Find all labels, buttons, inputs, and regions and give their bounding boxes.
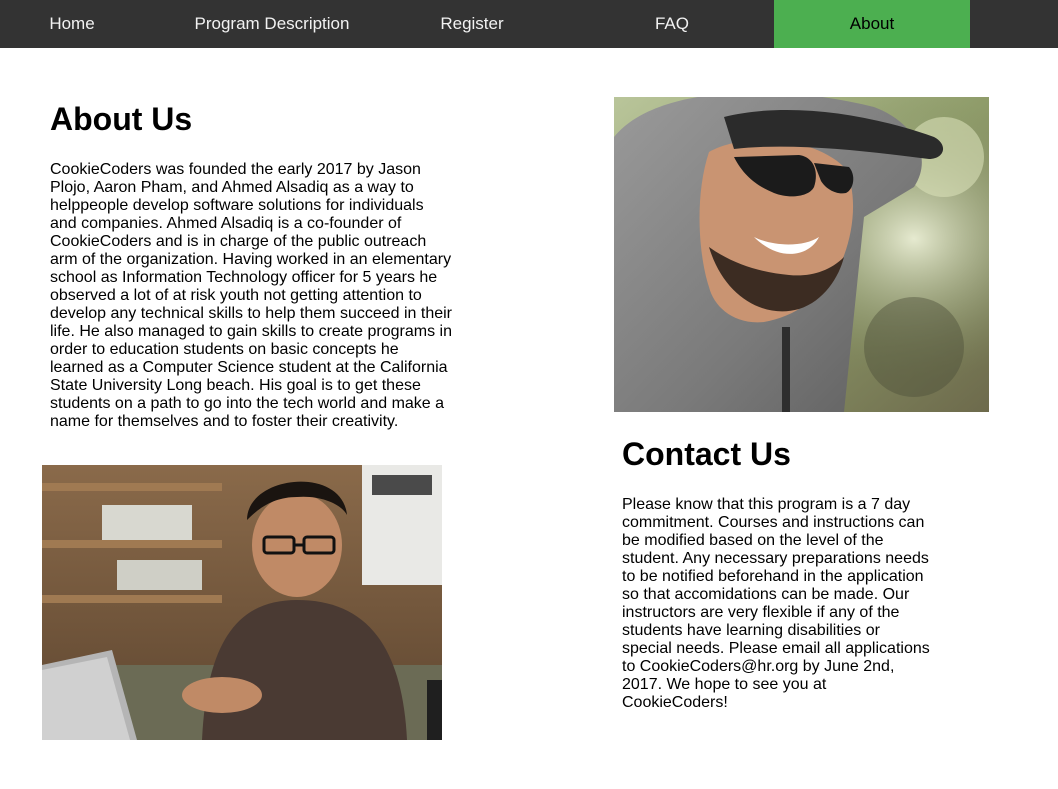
about-us-heading: About Us	[50, 101, 193, 137]
nav-about-link[interactable]: About	[774, 0, 970, 48]
contact-us-heading: Contact Us	[622, 436, 791, 472]
nav-register-link[interactable]: Register	[374, 0, 570, 48]
top-navigation-bar: Home Program Description Register FAQ Ab…	[0, 0, 1058, 48]
nav-program-description-link[interactable]: Program Description	[174, 0, 370, 48]
nav-faq-link[interactable]: FAQ	[574, 0, 770, 48]
contact-us-text: Please know that this program is a 7 day…	[622, 496, 930, 711]
hooded-founder-photo	[614, 97, 989, 412]
about-us-text: CookieCoders was founded the early 2017 …	[50, 161, 452, 430]
nav-home-link[interactable]: Home	[0, 0, 170, 48]
founder-at-desk-photo	[42, 465, 442, 740]
